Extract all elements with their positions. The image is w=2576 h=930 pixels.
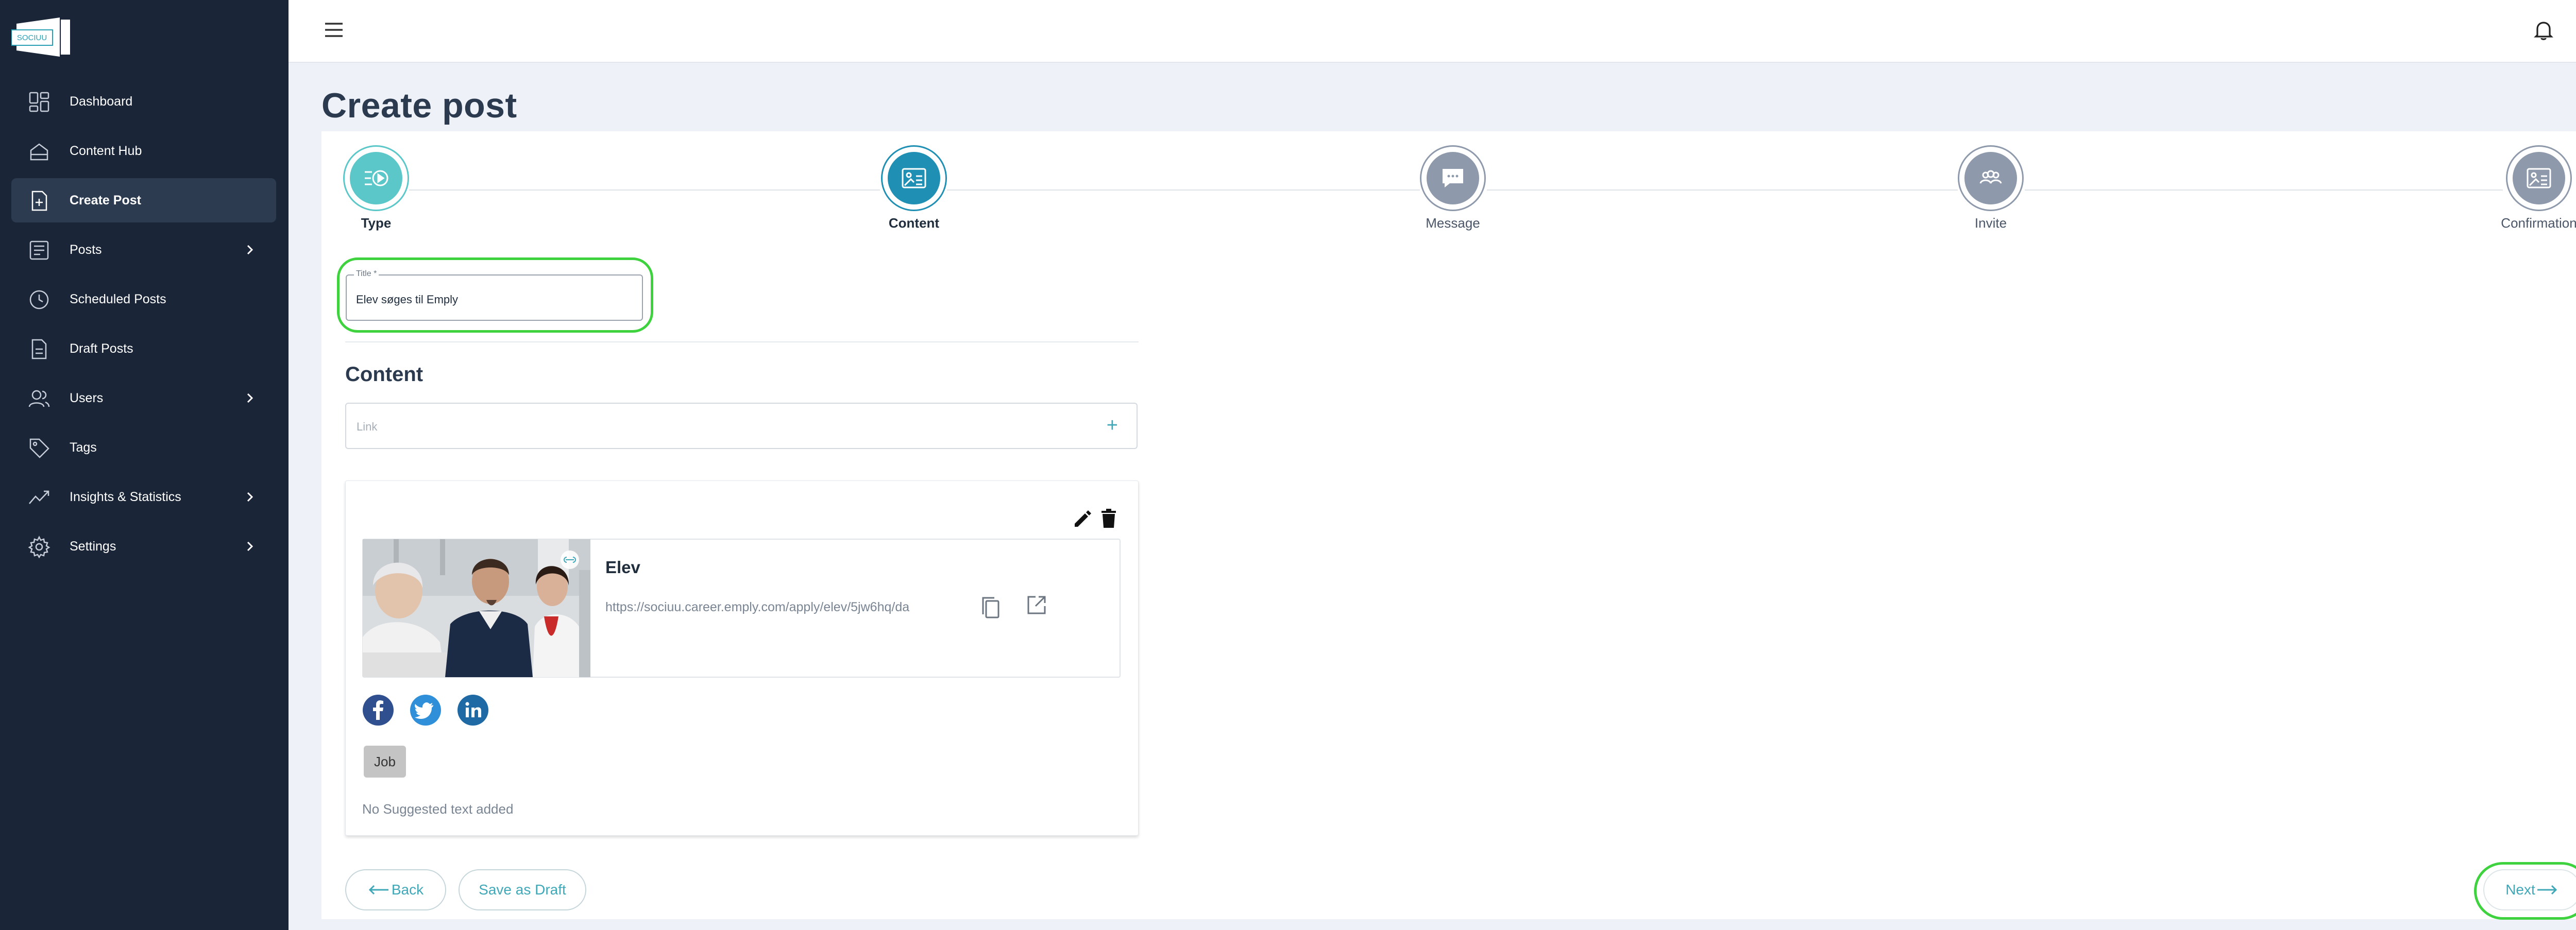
stepper-connector (2025, 190, 2503, 191)
chevron-right-icon (247, 393, 253, 403)
sidebar-item-draft-posts[interactable]: Draft Posts (11, 326, 276, 371)
sidebar-item-tags[interactable]: Tags (11, 425, 276, 470)
linkedin-icon (457, 695, 488, 726)
link-input[interactable]: Link + (345, 403, 1138, 449)
sidebar-item-label: Draft Posts (70, 341, 133, 356)
title-field[interactable]: Title * Elev søges til Emply (346, 269, 643, 321)
gear-icon (28, 536, 50, 558)
sidebar-item-insights[interactable]: Insights & Statistics (11, 475, 276, 519)
preview-title: Elev (605, 558, 640, 577)
facebook-icon (363, 695, 394, 726)
stepper-connector (1487, 190, 1958, 191)
users-icon (28, 390, 50, 407)
sidebar-item-label: Scheduled Posts (70, 292, 166, 306)
step-message[interactable] (1420, 145, 1486, 211)
copy-icon[interactable] (979, 595, 1002, 621)
step-label-confirmation: Confirmation (2501, 215, 2576, 231)
sidebar-item-label: Posts (70, 243, 102, 257)
sidebar-item-label: Create Post (70, 193, 141, 208)
top-bar (289, 0, 2576, 63)
next-label: Next (2505, 882, 2535, 898)
content-heading: Content (345, 363, 423, 386)
step-label-message: Message (1426, 215, 1480, 231)
hamburger-menu-icon[interactable] (324, 20, 344, 40)
save-draft-button[interactable]: Save as Draft (459, 869, 586, 910)
invite-step-icon (1979, 170, 2002, 184)
type-step-icon (365, 170, 388, 186)
title-field-label: Title * (354, 269, 379, 279)
tag-icon (29, 438, 49, 458)
create-post-icon (31, 191, 47, 211)
step-label-invite: Invite (1974, 215, 2007, 231)
sidebar-item-scheduled-posts[interactable]: Scheduled Posts (11, 277, 276, 321)
chart-line-icon (29, 490, 49, 504)
chevron-right-icon (247, 492, 253, 502)
confirmation-step-icon (2527, 168, 2551, 188)
sidebar-item-users[interactable]: Users (11, 376, 276, 420)
next-button[interactable]: Next (2483, 869, 2576, 910)
sociuu-logo[interactable]: SOCIUU (11, 16, 72, 59)
sidebar-item-label: Content Hub (70, 144, 142, 158)
sidebar-item-label: Settings (70, 539, 116, 554)
sidebar-item-settings[interactable]: Settings (11, 524, 276, 569)
sidebar-item-content-hub[interactable]: Content Hub (11, 129, 276, 173)
twitter-icon (410, 695, 441, 726)
content-step-icon (902, 168, 926, 188)
bell-icon[interactable] (2532, 19, 2555, 42)
step-label-content: Content (888, 215, 940, 231)
open-external-icon[interactable] (1025, 594, 1048, 616)
arrow-left-icon (368, 885, 388, 895)
title-field-value[interactable]: Elev søges til Emply (356, 293, 458, 306)
stepper-connector (409, 190, 880, 191)
edit-icon[interactable] (1072, 507, 1094, 530)
suggested-text-status: No Suggested text added (362, 801, 514, 817)
step-label-type: Type (361, 215, 392, 231)
step-type[interactable] (343, 145, 409, 211)
sidebar-item-label: Users (70, 391, 104, 405)
divider (345, 341, 1139, 342)
preview-image (363, 539, 590, 677)
clock-icon (29, 290, 49, 309)
preview-url: https://sociuu.career.emply.com/apply/el… (605, 600, 910, 614)
back-button[interactable]: Back (345, 869, 446, 910)
back-label: Back (391, 882, 424, 898)
chevron-right-icon (247, 541, 253, 552)
sidebar-item-label: Tags (70, 440, 97, 455)
arrow-right-icon (2537, 885, 2557, 895)
svg-text:SOCIUU: SOCIUU (17, 33, 47, 42)
step-invite[interactable] (1958, 145, 2024, 211)
sidebar-item-label: Insights & Statistics (70, 490, 181, 504)
add-link-button[interactable]: + (1107, 415, 1118, 436)
dashboard-icon (29, 92, 49, 112)
posts-icon (29, 240, 49, 260)
sidebar-item-label: Dashboard (70, 94, 133, 109)
step-confirmation[interactable] (2506, 145, 2572, 211)
page-title: Create post (321, 86, 517, 125)
delete-icon[interactable] (1098, 507, 1119, 530)
sidebar-item-create-post[interactable]: Create Post (11, 178, 276, 222)
tag-chip[interactable]: Job (364, 746, 406, 778)
message-step-icon (1443, 169, 1463, 187)
sidebar-item-posts[interactable]: Posts (11, 228, 276, 272)
chevron-right-icon (247, 245, 253, 255)
sidebar: SOCIUU Dashboard Content Hub Create Post… (0, 0, 289, 930)
stepper-connector (947, 190, 1420, 191)
sidebar-item-dashboard[interactable]: Dashboard (11, 79, 276, 124)
link-placeholder: Link (357, 420, 378, 433)
step-content[interactable] (881, 145, 947, 211)
document-icon (31, 339, 47, 359)
content-hub-icon (30, 143, 48, 161)
